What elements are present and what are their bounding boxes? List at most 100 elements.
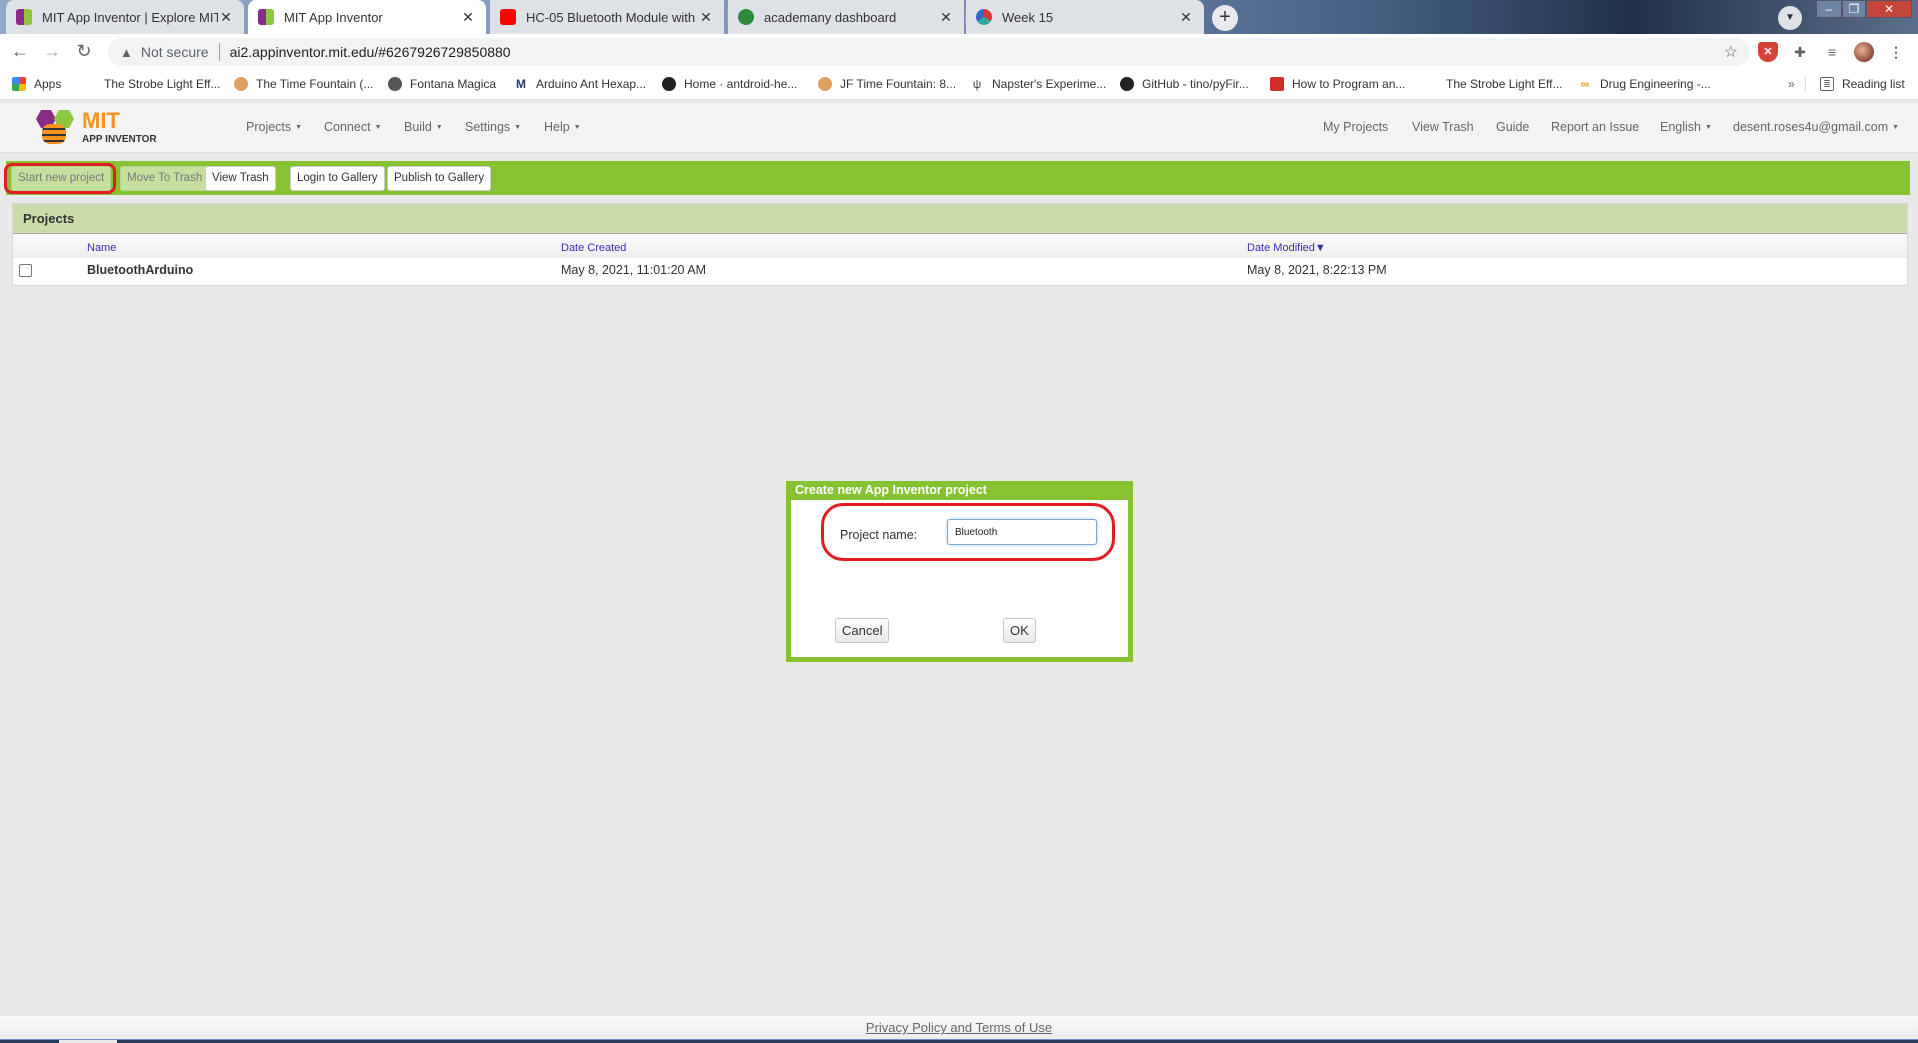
ok-button[interactable]: OK [1003,618,1036,643]
bookmark-label: The Strobe Light Eff... [1446,77,1563,91]
browser-tab[interactable]: MIT App Inventor | Explore MIT App Inven… [6,0,244,34]
bookmark-label: Arduino Ant Hexap... [536,77,647,91]
minimize-icon[interactable]: – [1816,0,1842,18]
bookmark-star-icon[interactable]: ☆ [1724,42,1738,62]
sort-desc-icon: ▼ [1314,242,1326,254]
bookmark-label: The Strobe Light Eff... [104,77,221,91]
bookmark-item[interactable]: Fontana Magica [388,75,496,93]
column-date-created[interactable]: Date Created [561,242,626,254]
project-date-created: May 8, 2021, 11:01:20 AM [561,263,707,277]
bookmark-item[interactable]: How to Program an... [1270,75,1405,93]
bookmark-item[interactable]: Home · antdroid-he... [662,75,797,93]
os-taskbar [0,1039,1918,1043]
bookmark-label: Napster's Experime... [992,77,1107,91]
projects-panel-title: Projects [13,204,1907,234]
project-name-input[interactable] [947,519,1097,545]
forward-icon[interactable]: → [41,40,63,62]
view-trash-button[interactable]: View Trash [205,166,276,191]
bookmark-item[interactable]: JF Time Fountain: 8... [818,75,956,93]
url-text[interactable]: ai2.appinventor.mit.edu/#626792672985088… [230,44,511,60]
project-date-modified: May 8, 2021, 8:22:13 PM [1247,263,1387,277]
tab-search-icon[interactable]: ▼ [1778,6,1802,30]
column-date-modified[interactable]: Date Modified▼ [1247,242,1326,254]
tab-title: HC-05 Bluetooth Module with Arduino [526,9,698,25]
divider [218,43,220,61]
address-bar[interactable]: ▲ Not secure ai2.appinventor.mit.edu/#62… [108,38,1750,66]
project-toolbar: Start new project Move To Trash View Tra… [6,161,1910,195]
restore-icon[interactable]: ❐ [1842,0,1866,18]
nav-view-trash[interactable]: View Trash [1412,120,1474,134]
close-tab-icon[interactable]: ✕ [218,9,234,26]
publish-to-gallery-button[interactable]: Publish to Gallery [387,166,492,191]
new-tab-button[interactable]: + [1212,5,1238,31]
start-new-project-button[interactable]: Start new project [11,166,112,191]
browser-tab-active[interactable]: MIT App Inventor ✕ [248,0,486,34]
nav-language[interactable]: English ▼ [1660,120,1712,134]
nav-label: Connect [324,120,371,134]
extensions-puzzle-icon[interactable]: ✚ [1790,42,1810,62]
mit-app-inventor-logo[interactable]: MIT APP INVENTOR [34,106,164,150]
caret-down-icon: ▼ [1705,124,1712,132]
close-window-icon[interactable]: ✕ [1866,0,1912,18]
privacy-terms-link[interactable]: Privacy Policy and Terms of Use [866,1020,1052,1035]
bookmark-item[interactable]: M Arduino Ant Hexap... [514,75,646,93]
projects-panel: Projects Name Date Created Date Modified… [12,203,1908,286]
nav-projects[interactable]: Projects ▼ [246,120,302,134]
menu-kebab-icon[interactable]: ⋮ [1886,42,1906,62]
nav-guide[interactable]: Guide [1496,120,1529,134]
media-queue-icon[interactable]: ≡ [1822,42,1842,62]
table-row[interactable]: BluetoothArduino May 8, 2021, 11:01:20 A… [13,258,1907,282]
nav-help[interactable]: Help ▼ [544,120,581,134]
nav-report-issue[interactable]: Report an Issue [1551,120,1639,134]
bookmark-apps[interactable]: Apps [12,75,61,93]
login-to-gallery-button[interactable]: Login to Gallery [290,166,385,191]
globe-icon [388,77,402,91]
bookmark-item[interactable]: ∞ Drug Engineering -... [1578,75,1711,93]
app-header: MIT APP INVENTOR Projects ▼ Connect ▼ Buil… [0,103,1918,153]
security-label[interactable]: Not secure [141,44,209,60]
nav-account[interactable]: desent.roses4u@gmail.com ▼ [1733,120,1899,134]
browser-tab[interactable]: HC-05 Bluetooth Module with Arduino ✕ [490,0,724,34]
bookmark-item[interactable]: ψ Napster's Experime... [970,75,1107,93]
cancel-button[interactable]: Cancel [835,618,890,643]
nav-label: English [1660,120,1701,134]
back-icon[interactable]: ← [9,40,31,62]
adblock-extension-icon[interactable]: ✕ [1758,42,1778,62]
nav-connect[interactable]: Connect ▼ [324,120,382,134]
create-project-dialog: Create new App Inventor project Project … [786,481,1133,662]
caret-down-icon: ▼ [374,124,382,132]
reading-list-button[interactable]: ≣ Reading list [1820,75,1905,93]
close-tab-icon[interactable]: ✕ [698,9,714,26]
nav-my-projects[interactable]: My Projects [1323,120,1388,134]
bookmarks-overflow-button[interactable]: » [1788,75,1795,93]
profile-avatar[interactable] [1854,42,1874,62]
dialog-title: Create new App Inventor project [786,481,1133,500]
close-tab-icon[interactable]: ✕ [1178,9,1194,26]
bookmark-item[interactable]: The Strobe Light Eff... [1446,75,1563,93]
column-name[interactable]: Name [87,242,116,254]
bookmark-item[interactable]: The Strobe Light Eff... [104,75,221,93]
close-tab-icon[interactable]: ✕ [460,9,476,26]
bookmark-label: Drug Engineering -... [1600,77,1711,91]
nav-label: Projects [246,120,292,134]
browser-tab[interactable]: academany dashboard ✕ [728,0,964,34]
bookmark-label: GitHub - tino/pyFir... [1142,77,1249,91]
close-tab-icon[interactable]: ✕ [938,9,954,26]
bookmark-item[interactable]: GitHub - tino/pyFir... [1120,75,1249,93]
reading-list-icon: ≣ [1820,77,1834,91]
project-select-checkbox[interactable] [19,264,32,277]
project-name[interactable]: BluetoothArduino [87,263,193,277]
tab-title: Week 15 [1002,9,1054,25]
move-to-trash-button[interactable]: Move To Trash [120,166,210,191]
project-name-label: Project name: [840,528,918,542]
bookmark-item[interactable]: The Time Fountain (... [234,75,373,93]
youtube-icon [500,9,516,25]
nav-build[interactable]: Build ▼ [404,120,443,134]
browser-tab[interactable]: Week 15 ✕ [966,0,1204,34]
logo-app-inventor-text: APP INVENTOR [82,134,157,145]
tab-title: MIT App Inventor | Explore MIT App Inven… [42,9,218,25]
caret-down-icon: ▼ [1892,124,1900,132]
nav-settings[interactable]: Settings ▼ [465,120,521,134]
app-inventor-favicon [258,9,274,25]
reload-icon[interactable]: ↻ [73,40,95,62]
